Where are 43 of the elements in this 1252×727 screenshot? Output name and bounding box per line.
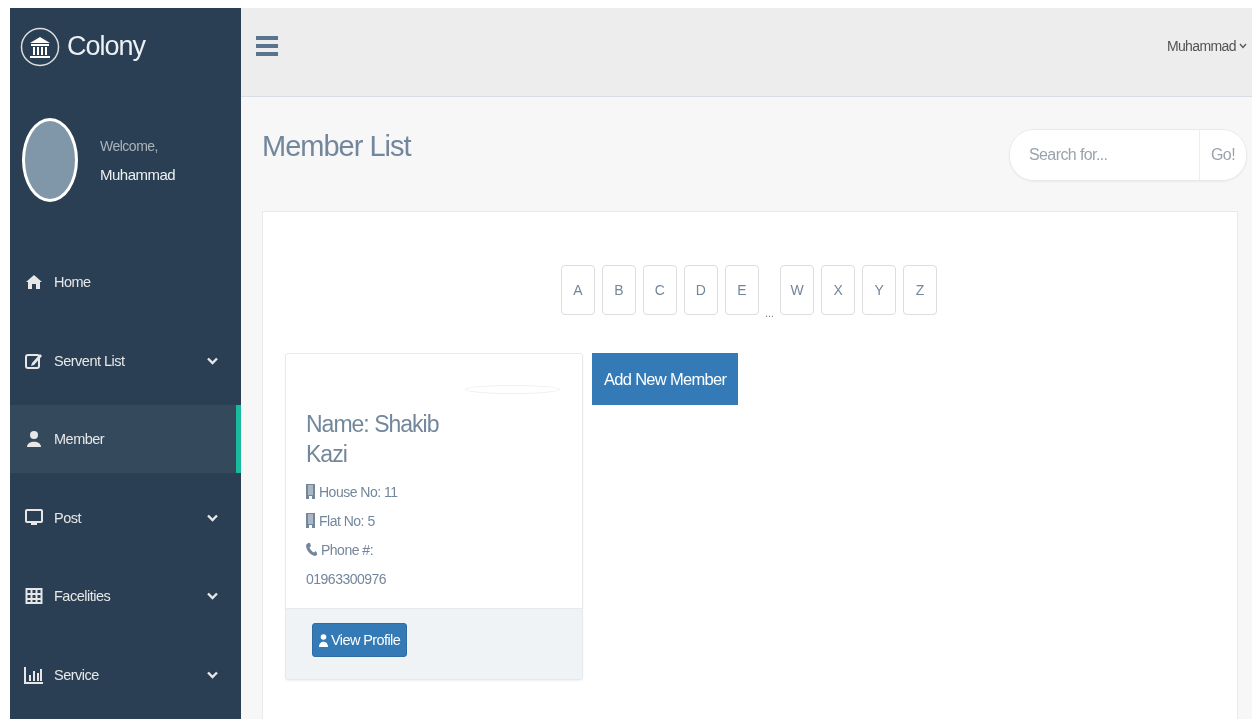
user-icon [24,430,44,448]
house-number: House No: 11 [319,483,398,500]
menu-item[interactable]: Member [10,405,241,473]
letter-button[interactable]: D [683,265,718,315]
member-name: Name: Shakib Kazi [306,410,440,469]
building-icon [306,484,315,499]
letter-button[interactable]: X [821,265,856,315]
menu-item[interactable]: Servent List [10,326,241,395]
letter-button[interactable]: Z [903,265,938,315]
phone-icon [306,543,317,556]
view-profile-button[interactable]: View Profile [312,623,408,657]
letter-button[interactable]: Y [862,265,897,315]
caret-down-icon [1239,43,1247,49]
brand-name: Colony [67,31,146,62]
bar-chart-icon [24,665,44,684]
user-menu[interactable]: Muhammad [1166,38,1247,54]
page-title: Member List [262,130,411,163]
welcome-text: Welcome, [100,137,159,154]
menu-item[interactable]: Home [10,248,241,316]
menu-item[interactable]: Facelities [10,562,241,630]
monitor-icon [24,508,44,527]
menu-item[interactable]: Service [10,640,241,709]
user-icon [319,633,328,647]
phone-number: 01963300976 [306,569,388,589]
letter-button[interactable]: B [601,265,636,315]
edit-icon [24,351,44,370]
flat-number: Flat No: 5 [319,512,375,529]
letter-button[interactable]: W [780,265,815,315]
table-icon [24,588,44,604]
phone-label: Phone #: [321,541,374,558]
letter-button[interactable]: C [642,265,677,315]
home-icon [24,274,44,290]
add-member-button[interactable]: Add New Member [592,353,739,405]
user-name: Muhammad [100,165,176,183]
ellipsis: ... [764,307,775,319]
go-button[interactable]: Go! [1199,130,1246,180]
letter-button[interactable]: E [724,265,759,315]
letter-button[interactable]: A [560,265,595,315]
search-field[interactable]: Search for... Go! [1009,129,1247,181]
menu-icon[interactable] [256,34,278,58]
building-icon [306,513,315,528]
bank-icon [20,26,60,67]
menu-item[interactable]: Post [10,483,241,552]
